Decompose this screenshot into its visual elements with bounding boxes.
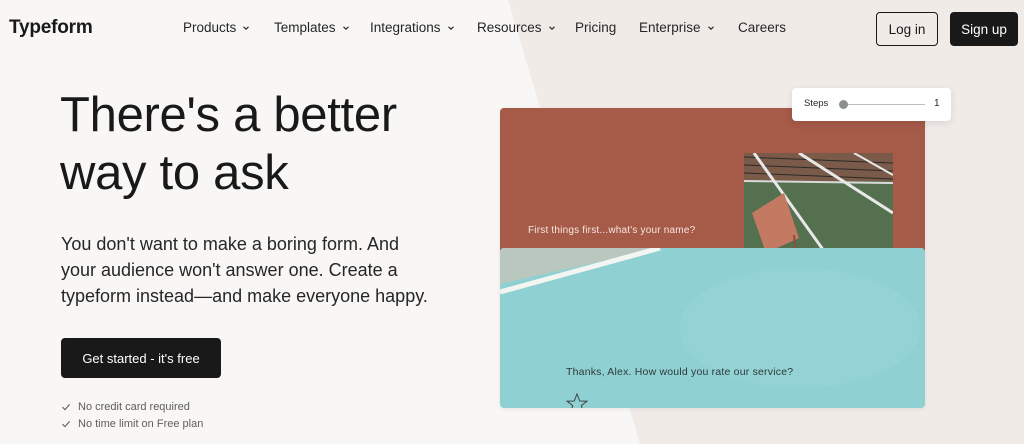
signup-button[interactable]: Sign up [950,12,1018,46]
steps-slider-widget: Steps 1 [792,88,951,121]
tennis-court-illustration [744,153,893,258]
demo-question-card: First things first...what's your name? [500,108,925,258]
tennis-court-image [744,153,893,258]
nav-item-label: Integrations [370,20,441,35]
nav-item-label: Careers [738,20,787,35]
nav-item-integrations[interactable]: Integrations [370,20,455,35]
benefit-label: No time limit on Free plan [78,417,204,430]
hero-subtitle-line: your audience won't answer one. Create a [61,260,398,280]
nav-item-templates[interactable]: Templates [274,20,350,35]
nav-item-label: Pricing [575,20,617,35]
steps-slider-handle[interactable] [839,100,848,109]
nav-item-label: Products [183,20,237,35]
chevron-down-icon [548,25,555,30]
hero-subtitle-line: typeform instead—and make everyone happy… [61,286,428,306]
chevron-down-icon [342,25,349,30]
nav-item-careers[interactable]: Careers [738,20,786,35]
typeform-logo[interactable]: Typeform [9,17,93,39]
court-background [500,248,925,408]
chevron-down-icon [707,25,714,30]
hero-title-line: way to ask [60,146,289,200]
hero-title-line: There's a better [60,88,397,142]
typeform-demo-preview: First things first...what's your name? T… [500,108,925,408]
demo-rating-card: Thanks, Alex. How would you rate our ser… [500,248,925,408]
nav-item-products[interactable]: Products [183,20,250,35]
checkmark-icon [62,403,71,410]
top-navigation: Typeform Products Templates Integrations… [0,0,1024,56]
chevron-down-icon [447,25,454,30]
question-2-text: Thanks, Alex. How would you rate our ser… [566,366,794,378]
hero-subtitle-line: You don't want to make a boring form. An… [61,234,399,254]
nav-item-label: Enterprise [639,20,701,35]
nav-item-label: Resources [477,20,542,35]
benefit-label: No credit card required [78,400,190,413]
checkmark-icon [62,420,71,427]
hero-title: There's a better way to ask [60,86,480,202]
login-button[interactable]: Log in [876,12,938,46]
question-1-text: First things first...what's your name? [528,225,696,236]
benefits-list: No credit card required No time limit on… [61,398,203,432]
chevron-down-icon [243,25,250,30]
steps-slider-track[interactable] [843,104,925,105]
nav-item-label: Templates [274,20,336,35]
steps-label: Steps [804,98,829,109]
nav-item-pricing[interactable]: Pricing [575,20,616,35]
nav-item-enterprise[interactable]: Enterprise [639,20,715,35]
hero-subtitle: You don't want to make a boring form. An… [61,231,461,309]
nav-item-resources[interactable]: Resources [477,20,556,35]
get-started-button[interactable]: Get started - it's free [61,338,221,378]
steps-value: 1 [934,98,940,109]
star-icon[interactable] [564,392,590,408]
list-item: No time limit on Free plan [61,415,203,432]
list-item: No credit card required [61,398,203,415]
